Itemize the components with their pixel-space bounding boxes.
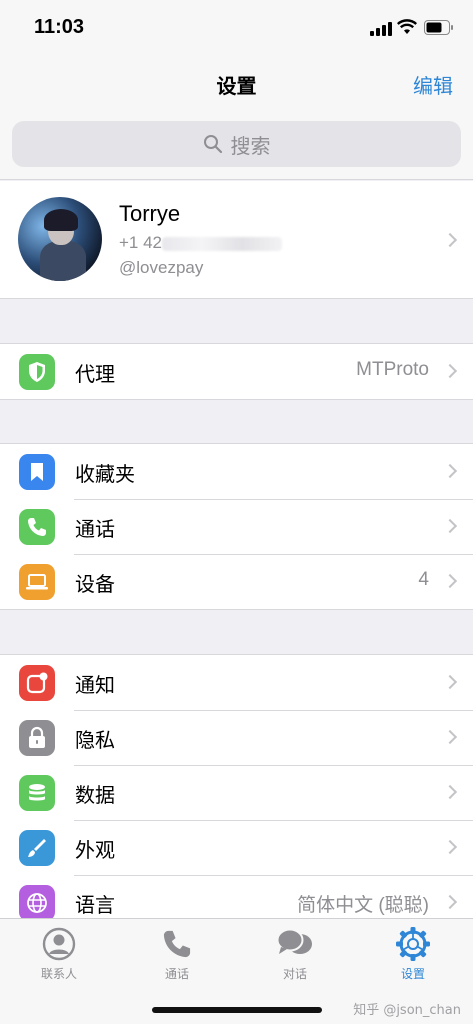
row-label: 收藏夹 [75,462,135,486]
profile-phone: +1 42 [119,233,283,253]
phone-redaction [162,236,283,251]
preferences-group: 通知 隐私 数据 外观 语言 简体中文 (聪聪) [0,654,473,920]
settings-row-data[interactable]: 数据 [0,765,473,820]
search-input[interactable]: 搜索 [12,121,461,167]
settings-row-privacy[interactable]: 隐私 [0,710,473,765]
phone-icon [19,509,55,545]
row-label: 外观 [75,838,115,862]
edit-button[interactable]: 编辑 [413,70,453,99]
shield-icon [19,354,55,390]
person-icon [0,925,118,963]
chevron-right-icon [442,839,458,855]
settings-row-devices[interactable]: 设备 4 [0,554,473,609]
row-label: 通知 [75,673,115,697]
home-indicator [152,1007,322,1013]
watermark: 知乎 @json_chan [353,1003,461,1018]
tab-chats[interactable]: 对话 [236,925,354,982]
lock-icon [19,720,55,756]
tab-label: 设置 [400,967,425,981]
chevron-right-icon [442,784,458,800]
database-icon [19,775,55,811]
tab-label: 通话 [164,967,189,981]
row-value: 4 [418,569,429,590]
general-group: 收藏夹 通话 设备 4 [0,443,473,610]
settings-row-calls[interactable]: 通话 [0,499,473,554]
tab-contacts[interactable]: 联系人 [0,925,118,982]
search-icon [203,135,222,154]
row-value: 简体中文 (聪聪) [297,895,429,916]
row-label: 隐私 [75,728,115,752]
search-container: 搜索 [0,112,473,180]
row-label: 数据 [75,783,115,807]
chat-bubbles-icon [236,925,354,963]
tab-label: 联系人 [40,967,77,981]
settings-row-saved[interactable]: 收藏夹 [0,444,473,499]
row-label: 代理 [75,362,115,386]
gear-icon [354,925,472,963]
proxy-group: 代理 MTProto [0,343,473,400]
chevron-right-icon [442,894,458,910]
avatar [18,197,102,281]
bookmark-icon [19,454,55,490]
notification-icon [19,665,55,701]
profile-phone-prefix: +1 42 [119,233,163,252]
row-label: 语言 [75,893,115,917]
settings-row-language[interactable]: 语言 简体中文 (聪聪) [0,875,473,920]
wifi-icon [397,19,417,34]
status-time: 11:03 [34,16,85,38]
globe-icon [19,885,55,920]
row-value: MTProto [356,359,429,380]
battery-icon [424,20,453,35]
profile-name: Torrye [119,201,181,226]
row-label: 设备 [75,572,115,596]
tab-settings[interactable]: 设置 [354,925,472,982]
chevron-right-icon [442,363,458,379]
laptop-icon [19,564,55,600]
phone-icon [118,925,236,963]
chevron-right-icon [442,463,458,479]
settings-row-appearance[interactable]: 外观 [0,820,473,875]
tab-label: 对话 [282,967,307,981]
tab-calls[interactable]: 通话 [118,925,236,982]
profile-row[interactable]: Torrye +1 42 @lovezpay [0,181,473,299]
signal-icon [370,22,392,36]
brush-icon [19,830,55,866]
profile-username: @lovezpay [119,258,204,277]
chevron-right-icon [442,232,458,248]
settings-row-notifications[interactable]: 通知 [0,655,473,710]
page-title: 设置 [216,74,257,98]
settings-row-proxy[interactable]: 代理 MTProto [0,344,473,399]
chevron-right-icon [442,674,458,690]
chevron-right-icon [442,729,458,745]
navigation-bar: 设置 编辑 [0,56,473,112]
chevron-right-icon [442,573,458,589]
row-label: 通话 [75,517,115,541]
search-placeholder: 搜索 [230,133,271,158]
chevron-right-icon [442,518,458,534]
status-bar: 11:03 [0,0,473,56]
